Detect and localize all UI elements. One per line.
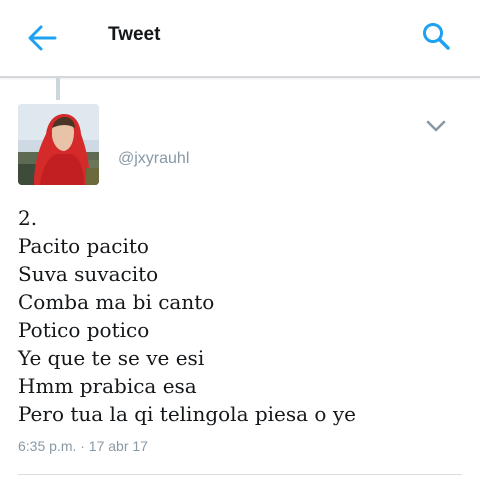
thread-connector-line: [56, 78, 60, 100]
tweet-line: Pero tua la qi telingola piesa o ye: [18, 402, 356, 426]
tweet-line: Suva suvacito: [18, 262, 159, 286]
back-button[interactable]: [22, 20, 62, 56]
tweet-text: 2. Pacito pacito Suva suvacito Comba ma …: [18, 204, 468, 428]
avatar-photo: [18, 104, 99, 185]
chevron-down-icon: [426, 120, 446, 132]
tweet-line: 2.: [18, 206, 38, 230]
tweet-line: Potico potico: [18, 318, 150, 342]
tweet-timestamp[interactable]: 6:35 p.m. · 17 abr 17: [18, 438, 148, 454]
user-handle[interactable]: @jxyrauhl: [118, 150, 189, 168]
app-bar: Tweet: [0, 0, 480, 78]
tweet-line: Ye que te se ve esi: [18, 346, 205, 370]
tweet-line: Hmm prabica esa: [18, 374, 197, 398]
tweet-menu-button[interactable]: [422, 112, 450, 140]
page-title: Tweet: [108, 24, 161, 45]
avatar[interactable]: [18, 104, 99, 185]
tweet-line: Comba ma bi canto: [18, 290, 215, 314]
tweet-line: Pacito pacito: [18, 234, 149, 258]
divider: [18, 474, 462, 475]
search-icon: [423, 23, 450, 50]
search-button[interactable]: [416, 16, 456, 56]
arrow-left-icon: [28, 25, 57, 51]
